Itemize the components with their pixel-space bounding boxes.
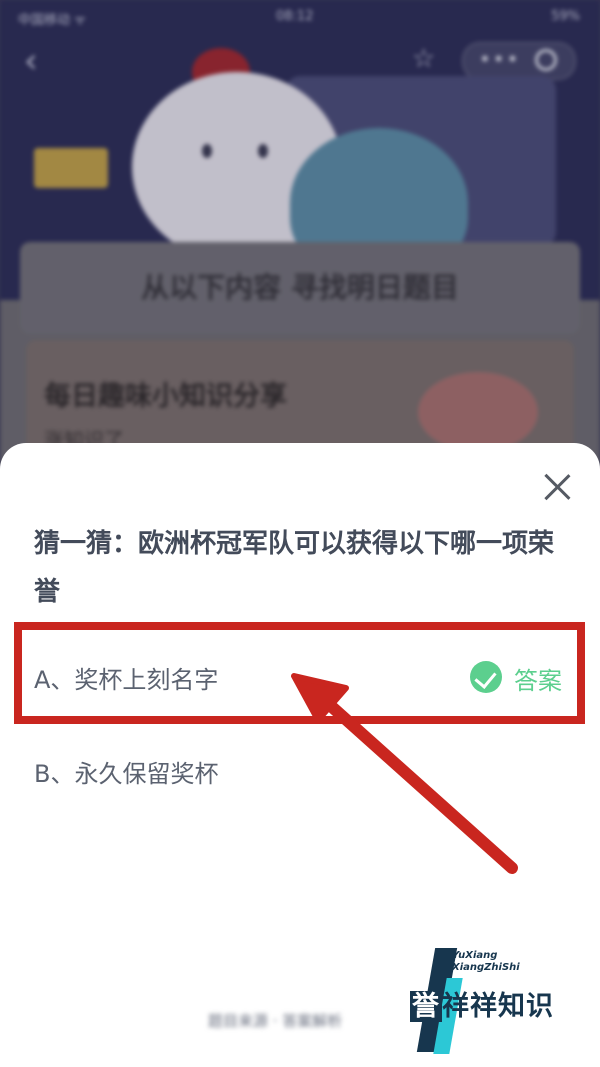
sheet-footer: 题目来源 · 答案解析 <box>208 1012 343 1030</box>
quiz-question: 猜一猜：欧洲杯冠军队可以获得以下哪一项荣誉 <box>34 529 555 607</box>
option-b-label: B、永久保留奖杯 <box>34 760 219 788</box>
highlight-box <box>14 622 585 724</box>
close-icon[interactable] <box>540 470 574 504</box>
watermark-en: YuXiang XiangZhiShi <box>452 950 520 973</box>
option-b[interactable]: B、永久保留奖杯 <box>0 728 600 816</box>
watermark-cn: 誉祥祥知识 <box>410 991 554 1022</box>
watermark-logo: YuXiang XiangZhiShi 誉祥祥知识 <box>408 948 588 1058</box>
